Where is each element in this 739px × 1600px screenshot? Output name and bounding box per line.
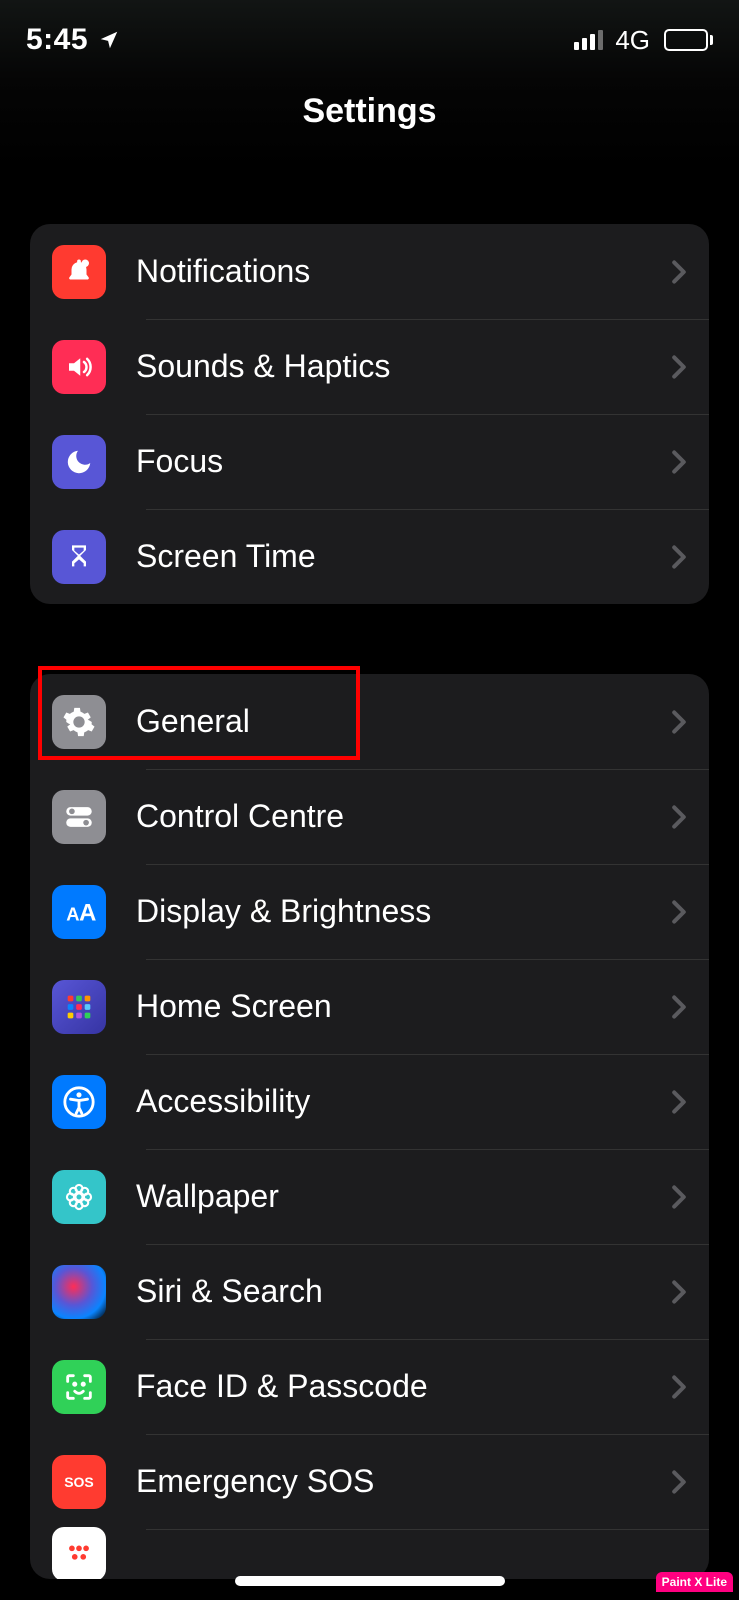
settings-row-wallpaper[interactable]: Wallpaper	[30, 1149, 709, 1244]
flower-icon	[52, 1170, 106, 1224]
row-label: Sounds & Haptics	[136, 348, 671, 385]
settings-row-siri[interactable]: Siri & Search	[30, 1244, 709, 1339]
svg-text:A: A	[79, 899, 96, 926]
speaker-icon	[52, 340, 106, 394]
settings-row-display[interactable]: AA Display & Brightness	[30, 864, 709, 959]
cellular-signal-icon	[574, 30, 603, 50]
row-label: Siri & Search	[136, 1273, 671, 1310]
svg-text:A: A	[66, 903, 79, 924]
settings-row-controlcentre[interactable]: Control Centre	[30, 769, 709, 864]
toggles-icon	[52, 790, 106, 844]
settings-group: Notifications Sounds & Haptics Focus	[30, 224, 709, 604]
chevron-right-icon	[671, 1184, 687, 1210]
chevron-right-icon	[671, 259, 687, 285]
bell-icon	[52, 245, 106, 299]
row-label: Wallpaper	[136, 1178, 671, 1215]
chevron-right-icon	[671, 994, 687, 1020]
page-title: Settings	[302, 92, 436, 131]
grid-icon	[52, 980, 106, 1034]
row-label: Focus	[136, 443, 671, 480]
settings-row-accessibility[interactable]: Accessibility	[30, 1054, 709, 1149]
battery-icon	[664, 29, 713, 51]
hourglass-icon	[52, 530, 106, 584]
text-size-icon: AA	[52, 885, 106, 939]
chevron-right-icon	[671, 804, 687, 830]
settings-row-homescreen[interactable]: Home Screen	[30, 959, 709, 1054]
network-type: 4G	[615, 25, 650, 56]
siri-icon	[52, 1265, 106, 1319]
settings-content: Notifications Sounds & Haptics Focus	[0, 224, 739, 1579]
settings-group: General Control Centre AA Display & Brig…	[30, 674, 709, 1579]
moon-icon	[52, 435, 106, 489]
chevron-right-icon	[671, 1374, 687, 1400]
face-icon	[52, 1360, 106, 1414]
settings-row-sounds[interactable]: Sounds & Haptics	[30, 319, 709, 414]
page-header: Settings	[0, 80, 739, 170]
chevron-right-icon	[671, 449, 687, 475]
settings-row-focus[interactable]: Focus	[30, 414, 709, 509]
row-label: Control Centre	[136, 798, 671, 835]
chevron-right-icon	[671, 1089, 687, 1115]
settings-row-sos[interactable]: SOS Emergency SOS	[30, 1434, 709, 1529]
row-label: Display & Brightness	[136, 893, 671, 930]
row-label: Notifications	[136, 253, 671, 290]
status-time: 5:45	[26, 23, 88, 57]
chevron-right-icon	[671, 899, 687, 925]
settings-row-general[interactable]: General	[30, 674, 709, 769]
status-left: 5:45	[26, 23, 120, 57]
row-label: Accessibility	[136, 1083, 671, 1120]
row-label: Face ID & Passcode	[136, 1368, 671, 1405]
location-services-icon	[98, 29, 120, 51]
settings-row-screentime[interactable]: Screen Time	[30, 509, 709, 604]
settings-row-faceid[interactable]: Face ID & Passcode	[30, 1339, 709, 1434]
row-label: Screen Time	[136, 538, 671, 575]
row-label: Home Screen	[136, 988, 671, 1025]
status-bar: 5:45 4G	[0, 0, 739, 80]
chevron-right-icon	[671, 709, 687, 735]
exposure-icon	[52, 1527, 106, 1579]
row-label: General	[136, 703, 671, 740]
row-label: Emergency SOS	[136, 1463, 671, 1500]
gear-icon	[52, 695, 106, 749]
svg-text:SOS: SOS	[64, 1474, 94, 1490]
chevron-right-icon	[671, 1469, 687, 1495]
home-indicator[interactable]	[235, 1576, 505, 1586]
settings-row-notifications[interactable]: Notifications	[30, 224, 709, 319]
chevron-right-icon	[671, 544, 687, 570]
settings-row-exposure[interactable]	[30, 1529, 709, 1579]
chevron-right-icon	[671, 354, 687, 380]
accessibility-icon	[52, 1075, 106, 1129]
sos-icon: SOS	[52, 1455, 106, 1509]
watermark: Paint X Lite	[656, 1572, 733, 1592]
status-right: 4G	[574, 25, 713, 56]
chevron-right-icon	[671, 1279, 687, 1305]
